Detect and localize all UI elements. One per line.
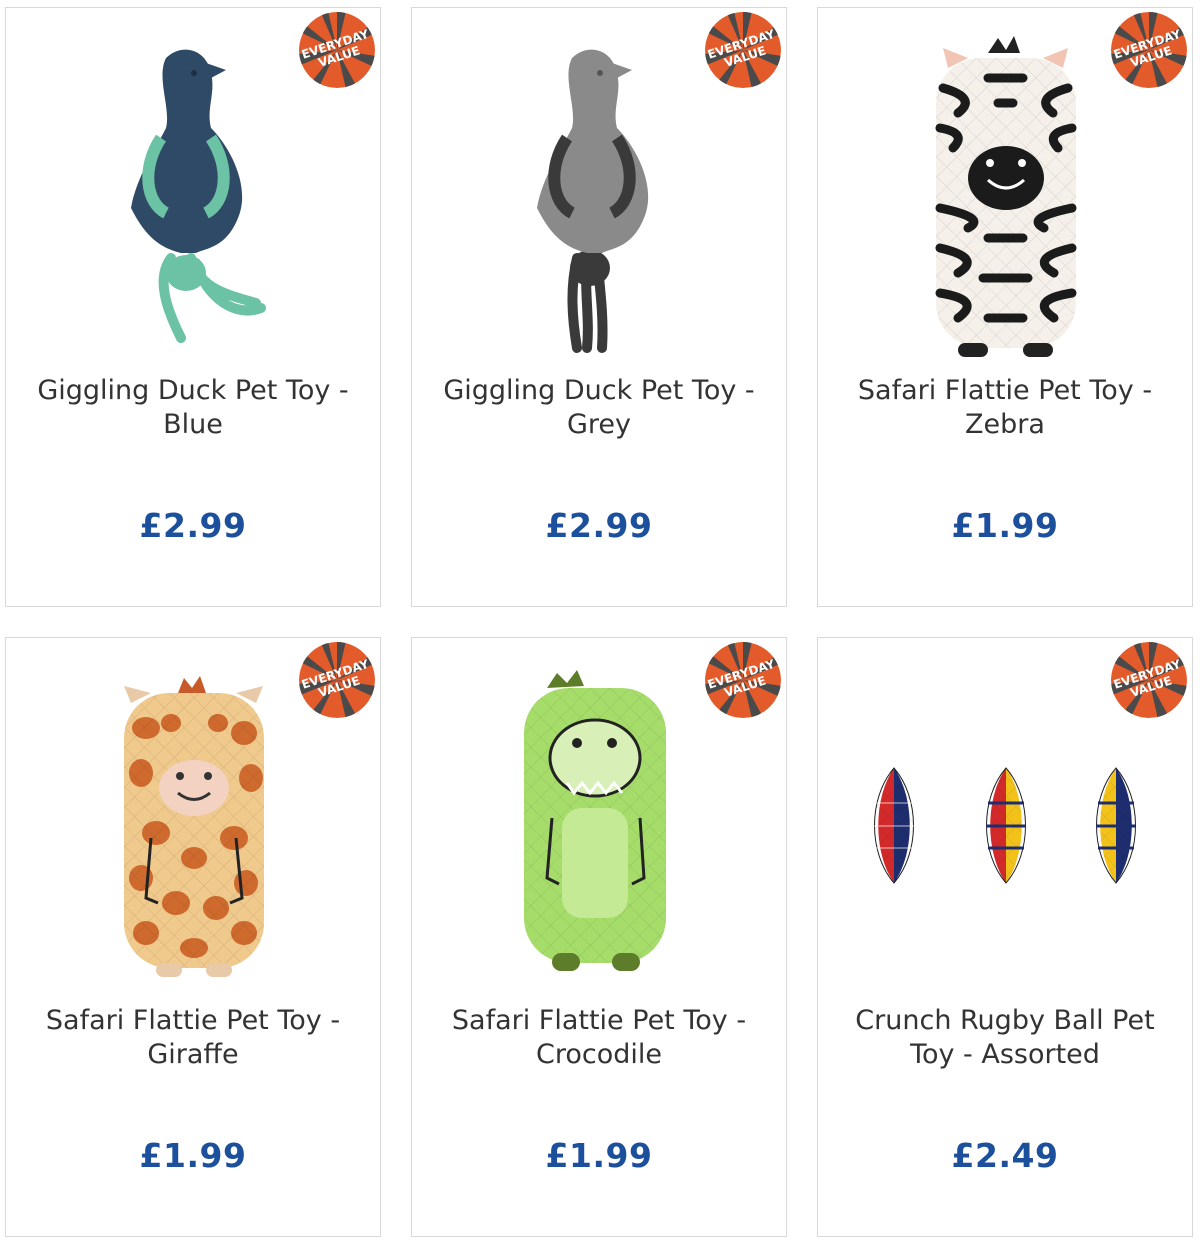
product-card[interactable]: EVERYDAY VALUE Safari Flattie Pet Toy - … (817, 7, 1193, 607)
product-title[interactable]: Safari Flattie Pet Toy - Giraffe (26, 1004, 360, 1072)
grey-duck-rope-toy-icon[interactable] (412, 18, 786, 358)
giraffe-plush-toy-icon[interactable] (6, 648, 380, 988)
product-title[interactable]: Giggling Duck Pet Toy - Grey (432, 374, 766, 442)
product-card[interactable]: EVERYDAY VALUE Safari Flattie Pet Toy - … (411, 637, 787, 1237)
product-title[interactable]: Crunch Rugby Ball Pet Toy - Assorted (838, 1004, 1172, 1072)
product-card[interactable]: EVERYDAY VALUE Safari Flattie Pet Toy - … (5, 637, 381, 1237)
rugby-ball-toys-icon[interactable] (818, 648, 1192, 988)
product-card[interactable]: EVERYDAY VALUE Giggling Duck Pet Toy - B… (5, 7, 381, 607)
product-price: £2.99 (139, 506, 247, 545)
blue-duck-rope-toy-icon[interactable] (6, 18, 380, 358)
product-price: £1.99 (545, 1136, 653, 1175)
crocodile-plush-toy-icon[interactable] (412, 648, 786, 988)
product-price: £2.49 (951, 1136, 1059, 1175)
product-title[interactable]: Safari Flattie Pet Toy - Zebra (838, 374, 1172, 442)
product-card[interactable]: EVERYDAY VALUE Crunch Rugby Ball Pet Toy… (817, 637, 1193, 1237)
product-price: £1.99 (139, 1136, 247, 1175)
product-title[interactable]: Safari Flattie Pet Toy - Crocodile (432, 1004, 766, 1072)
product-price: £2.99 (545, 506, 653, 545)
product-price: £1.99 (951, 506, 1059, 545)
product-card[interactable]: EVERYDAY VALUE Giggling Duck Pet Toy - G… (411, 7, 787, 607)
product-title[interactable]: Giggling Duck Pet Toy - Blue (26, 374, 360, 442)
zebra-plush-toy-icon[interactable] (818, 18, 1192, 358)
